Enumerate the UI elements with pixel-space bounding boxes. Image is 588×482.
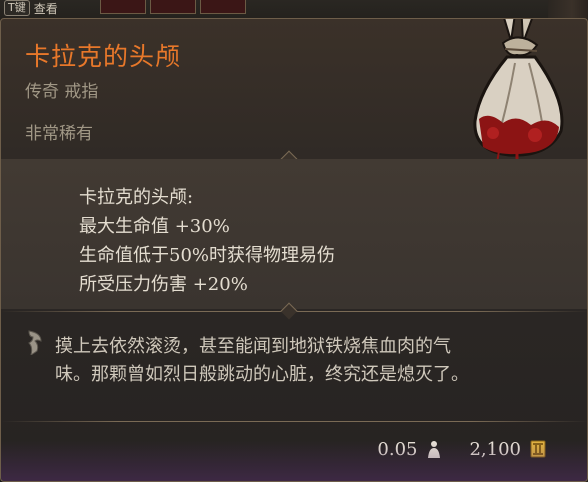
tooltip-header: 卡拉克的头颅 传奇 戒指 非常稀有 (1, 19, 587, 169)
quill-icon (28, 330, 42, 355)
inventory-slot[interactable] (200, 0, 246, 14)
effect-line: 生命值低于50%时获得物理易伤 (79, 245, 336, 266)
inventory-slot[interactable] (150, 0, 196, 14)
item-footer: 0.05 2,100 (1, 431, 587, 467)
severed-head-sack-icon (473, 19, 564, 169)
key-label: T键 (4, 0, 30, 16)
item-name: 卡拉克的头颅 (25, 42, 182, 71)
effect-header: 卡拉克的头颅: (79, 187, 194, 208)
inventory-slots (100, 0, 246, 14)
item-weight: 0.05 (377, 438, 418, 460)
lore-section: 摸上去依然滚烫，甚至能闻到地狱铁烧焦血肉的气 味。那颗曾如烈日般跳动的心脏，终究… (1, 315, 587, 421)
lore-line: 味。那颗曾如烈日般跳动的心脏，终究还是熄灭了。 (55, 364, 469, 385)
lore-text: 摸上去依然滚烫，甚至能闻到地狱铁烧焦血肉的气 味。那颗曾如烈日般跳动的心脏，终究… (55, 333, 555, 389)
item-value: 2,100 (469, 438, 521, 460)
item-rarity: 非常稀有 (25, 124, 93, 144)
lore-line: 摸上去依然滚烫，甚至能闻到地狱铁烧焦血肉的气 (55, 336, 451, 357)
gold-coin-icon (530, 440, 546, 458)
key-action: 查看 (33, 1, 58, 16)
weight-icon (428, 441, 441, 458)
section-divider (1, 421, 587, 422)
item-effects: 卡拉克的头颅: 最大生命值 +30% 生命值低于50%时获得物理易伤 所受压力伤… (1, 159, 587, 309)
item-type: 传奇 戒指 (25, 82, 99, 102)
inspect-key-hint: T键 查看 (4, 0, 58, 16)
effect-line: 最大生命值 +30% (79, 216, 230, 237)
item-tooltip: 卡拉克的头颅 传奇 戒指 非常稀有 卡拉克的头颅: 最大生命值 +30% 生命值… (0, 18, 588, 482)
effect-line: 所受压力伤害 +20% (79, 274, 248, 295)
inventory-slot[interactable] (100, 0, 146, 14)
